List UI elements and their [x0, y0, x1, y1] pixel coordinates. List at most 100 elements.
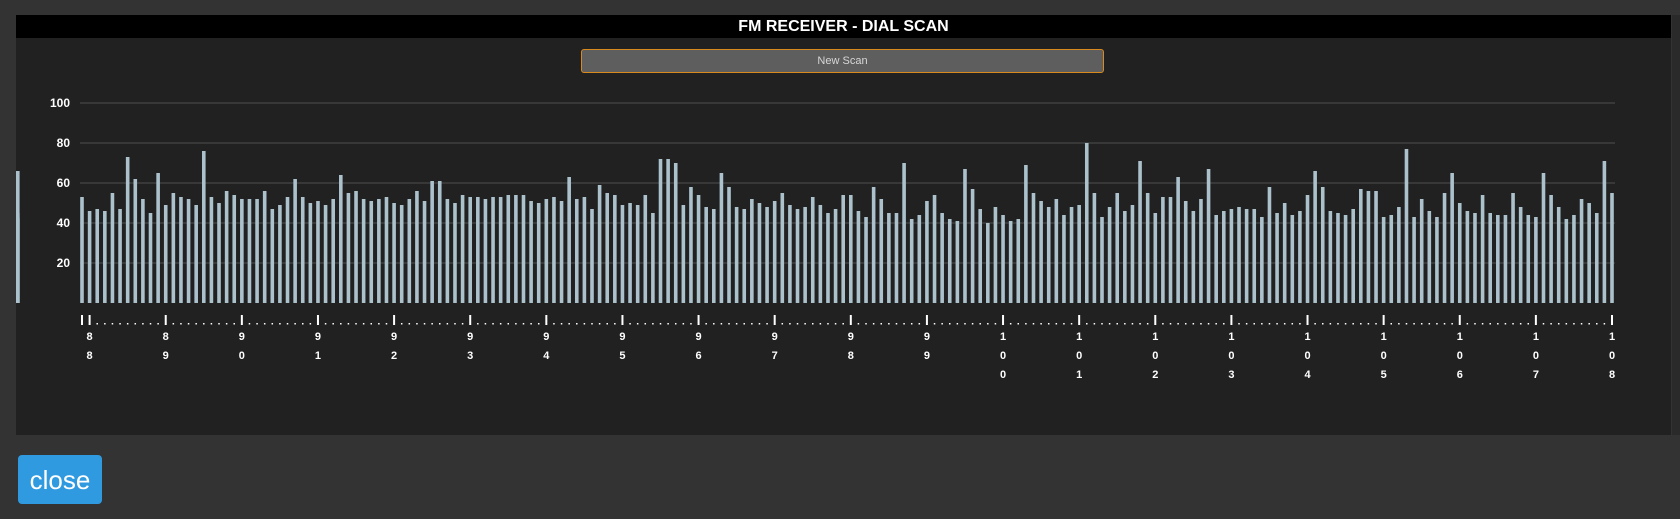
x-tick-label: 93	[467, 331, 473, 362]
bar	[620, 205, 625, 303]
bar	[437, 181, 442, 303]
x-minor-tick	[1101, 323, 1103, 325]
x-minor-tick	[705, 323, 707, 325]
close-button[interactable]: close	[18, 455, 102, 504]
bar	[1069, 207, 1074, 303]
x-major-tick	[1002, 315, 1005, 325]
x-minor-tick	[1519, 323, 1522, 325]
x-minor-tick	[606, 323, 608, 325]
x-major-tick	[1078, 315, 1081, 325]
bar	[1556, 207, 1561, 303]
x-major-tick	[1382, 315, 1385, 325]
bar	[1275, 213, 1279, 303]
x-minor-tick	[1192, 323, 1195, 325]
bar	[125, 157, 130, 303]
x-minor-tick	[248, 323, 251, 325]
dial-scan-chart: 20 40 60 80 100 8 8 8 9 9 0 9 1 9 2 9 3 9 4 9 5 9 6 9 7 9 8 9 9 1 0 0 1 0…	[16, 96, 1615, 381]
scrollbar[interactable]	[1672, 15, 1680, 435]
bar	[765, 207, 769, 303]
x-minor-tick	[888, 323, 890, 325]
x-tick-label: 102	[1152, 331, 1158, 381]
bar	[1214, 215, 1218, 303]
bar	[1016, 219, 1021, 303]
x-minor-tick	[1063, 323, 1065, 325]
bar	[590, 209, 594, 303]
x-tick-label: 90	[239, 331, 245, 362]
x-minor-tick	[872, 323, 875, 325]
y-tick-label: 100	[50, 96, 70, 110]
x-major-tick	[545, 315, 548, 325]
x-major-tick	[849, 315, 852, 325]
x-minor-tick	[385, 323, 388, 325]
x-minor-tick	[537, 323, 540, 325]
x-minor-tick	[720, 323, 723, 325]
bar	[1054, 199, 1059, 303]
bar	[1153, 213, 1158, 303]
x-minor-tick	[766, 323, 768, 325]
x-minor-tick	[1314, 323, 1316, 325]
x-minor-tick	[1405, 323, 1408, 325]
x-major-tick	[164, 315, 167, 325]
x-minor-tick	[1238, 323, 1240, 325]
x-minor-tick	[1025, 323, 1027, 325]
x-minor-tick	[1367, 323, 1370, 325]
bar	[833, 209, 838, 303]
bar	[628, 203, 632, 303]
x-minor-tick	[256, 323, 258, 325]
bar	[696, 195, 701, 303]
x-minor-tick	[583, 323, 586, 325]
bar	[1457, 203, 1462, 303]
bar	[643, 195, 648, 303]
bar	[1526, 215, 1531, 303]
bar	[1587, 203, 1591, 303]
bar	[727, 187, 731, 303]
x-minor-tick	[1481, 323, 1484, 325]
bar	[224, 191, 229, 303]
x-minor-tick	[492, 323, 494, 325]
bar	[1229, 209, 1234, 303]
bar	[331, 199, 335, 303]
bar	[651, 213, 655, 303]
bar	[902, 163, 906, 303]
bar	[582, 197, 587, 303]
bar	[909, 219, 914, 303]
x-tick-label: 92	[391, 331, 397, 362]
bar	[1305, 195, 1310, 303]
x-minor-tick	[1352, 323, 1354, 325]
x-tick-label: 89	[163, 331, 169, 362]
bar	[757, 203, 762, 303]
bar	[719, 173, 724, 303]
x-minor-tick	[1550, 323, 1552, 325]
x-minor-tick	[378, 323, 380, 325]
x-minor-tick	[195, 323, 197, 325]
x-tick-label: 106	[1457, 331, 1463, 381]
bar	[1115, 193, 1120, 303]
x-minor-tick	[301, 323, 304, 325]
x-minor-tick	[203, 323, 205, 325]
x-minor-tick	[1139, 323, 1141, 325]
x-minor-tick	[1032, 323, 1035, 325]
bar	[978, 209, 983, 303]
bar	[339, 175, 343, 303]
bar	[955, 221, 960, 303]
x-minor-tick	[1466, 323, 1469, 325]
bar	[1168, 197, 1173, 303]
x-minor-tick	[1124, 323, 1126, 325]
x-minor-tick	[682, 323, 685, 325]
bar	[148, 213, 153, 303]
x-minor-tick	[804, 323, 806, 325]
x-minor-tick	[1299, 323, 1301, 325]
x-minor-tick	[949, 323, 951, 325]
bar	[209, 197, 214, 303]
x-minor-tick	[827, 323, 829, 325]
x-minor-tick	[1474, 323, 1476, 325]
bar	[940, 213, 944, 303]
bar	[925, 201, 929, 303]
x-minor-tick	[172, 323, 175, 325]
x-minor-tick	[1557, 323, 1560, 325]
x-minor-tick	[1169, 323, 1172, 325]
x-minor-tick	[515, 323, 517, 325]
x-minor-tick	[96, 323, 98, 325]
bar	[1503, 215, 1508, 303]
x-tick-label: 95	[619, 331, 625, 362]
